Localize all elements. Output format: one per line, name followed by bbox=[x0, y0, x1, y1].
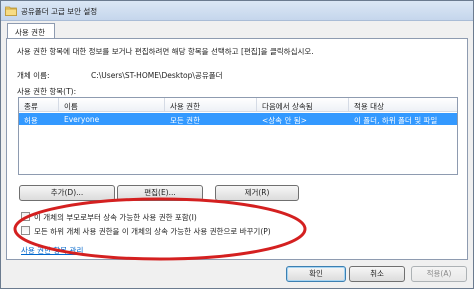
column-header-permission[interactable]: 사용 권한 bbox=[165, 98, 257, 112]
list-header: 종류 이름 사용 권한 다음에서 상속됨 적용 대상 bbox=[19, 98, 457, 112]
folder-icon bbox=[5, 6, 17, 16]
cell-inherited-from: <상속 안 됨> bbox=[262, 116, 307, 125]
permission-entries-list[interactable]: 종류 이름 사용 권한 다음에서 상속됨 적용 대상 허용 Everyone 모… bbox=[18, 97, 458, 175]
ok-button[interactable]: 확인 bbox=[286, 266, 346, 282]
apply-button[interactable]: 적용(A) bbox=[411, 266, 467, 282]
cancel-button[interactable]: 취소 bbox=[349, 266, 405, 282]
add-button[interactable]: 추가(D)... bbox=[19, 185, 115, 201]
cell-name: Everyone bbox=[64, 115, 100, 124]
tab-label: 사용 권한 bbox=[15, 28, 45, 37]
remove-button[interactable]: 제거(R) bbox=[215, 185, 299, 201]
column-header-type[interactable]: 종류 bbox=[19, 98, 59, 112]
manage-permission-entries-link[interactable]: 사용 권한 항목 관리 bbox=[21, 245, 83, 256]
dialog-window: 공유폴더 고급 보안 설정 사용 권한 사용 권한 항목에 대한 정보를 보거나… bbox=[0, 0, 474, 289]
column-header-inherited-from[interactable]: 다음에서 상속됨 bbox=[257, 98, 349, 112]
instruction-text: 사용 권한 항목에 대한 정보를 보거나 편집하려면 해당 항목을 선택하고 [… bbox=[17, 47, 314, 56]
cell-apply-to: 이 폴더, 하위 폴더 및 파일 bbox=[354, 116, 438, 125]
cell-permission: 모든 권한 bbox=[170, 116, 200, 125]
permission-entries-label: 사용 권한 항목(T): bbox=[17, 87, 77, 96]
edit-button[interactable]: 편집(E)... bbox=[117, 185, 203, 201]
column-header-name[interactable]: 이름 bbox=[59, 98, 165, 112]
object-name-label: 개체 이름: bbox=[17, 71, 50, 80]
title-bar[interactable]: 공유폴더 고급 보안 설정 bbox=[1, 1, 473, 21]
column-header-apply-to[interactable]: 적용 대상 bbox=[349, 98, 457, 112]
checkbox-box[interactable] bbox=[21, 226, 30, 235]
checkbox-label: 모든 하위 개체 사용 권한을 이 개체의 상속 가능한 사용 권한으로 바꾸기… bbox=[34, 227, 271, 236]
window-title: 공유폴더 고급 보안 설정 bbox=[21, 7, 98, 16]
cell-type: 허용 bbox=[24, 116, 38, 125]
tab-permissions[interactable]: 사용 권한 bbox=[7, 23, 55, 39]
checkbox-box[interactable] bbox=[21, 212, 30, 221]
checkbox-label: 이 개체의 부모로부터 상속 가능한 사용 권한 포함(I) bbox=[34, 213, 197, 222]
table-row[interactable]: 허용 Everyone 모든 권한 <상속 안 됨> 이 폴더, 하위 폴더 및… bbox=[19, 113, 457, 125]
object-name-value: C:\Users\ST-HOME\Desktop\공유폴더 bbox=[91, 71, 223, 80]
